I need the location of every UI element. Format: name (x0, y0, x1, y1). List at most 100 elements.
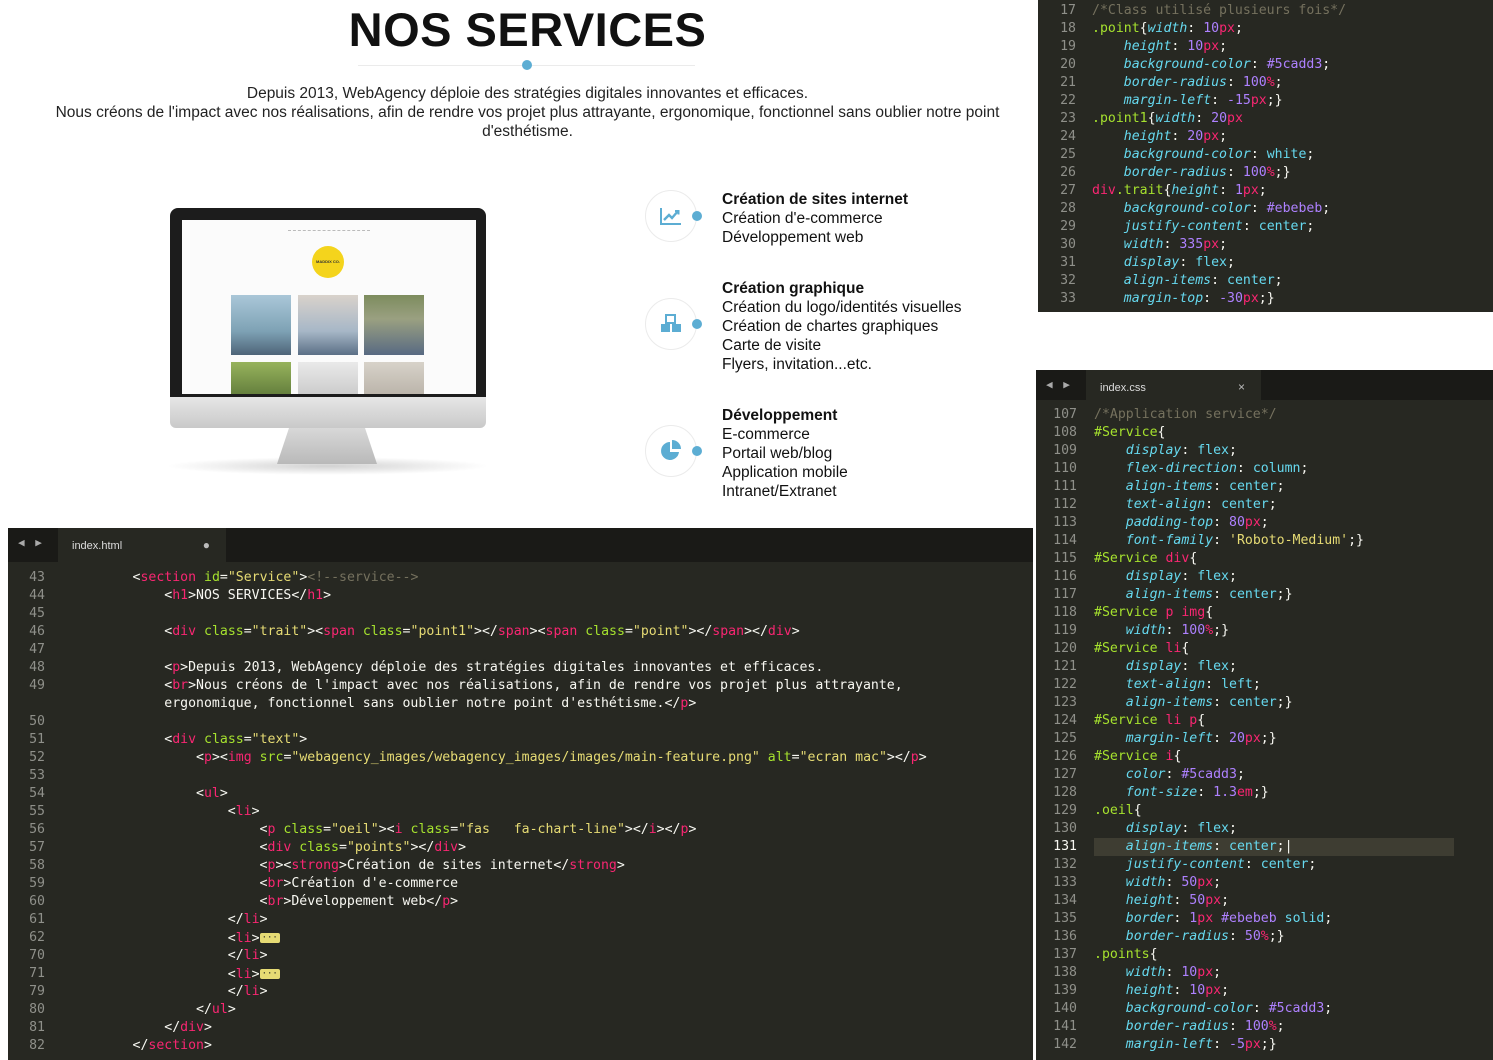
code-line[interactable]: <section id="Service"><!--service--> (69, 569, 927, 587)
code-line[interactable]: #Service div{ (1094, 550, 1454, 568)
code-line[interactable]: border-radius: 50%;} (1094, 928, 1454, 946)
code-line[interactable]: <div class="trait"><span class="point1">… (69, 623, 927, 641)
code-line[interactable]: #Service li p{ (1094, 712, 1454, 730)
code-area[interactable]: /*Application service*/#Service{ display… (1094, 406, 1454, 1054)
service-line: Flyers, invitation...etc. (722, 356, 872, 373)
code-line[interactable]: #Service li{ (1094, 640, 1454, 658)
code-line[interactable]: text-align: center; (1094, 496, 1454, 514)
html-editor[interactable]: ◀ ▶ index.html ● 43 44 45 46 47 48 49 50 51 52 53 5… (8, 528, 1033, 1060)
code-line[interactable]: border-radius: 100%;} (1092, 164, 1346, 182)
code-line[interactable]: <ul> (69, 785, 927, 803)
code-line[interactable]: </li> (69, 947, 927, 965)
code-line[interactable]: align-items: center; (1094, 478, 1454, 496)
code-line[interactable]: align-items: center;} (1094, 694, 1454, 712)
service-icon-circle (645, 298, 697, 350)
code-line[interactable]: <div class="text"> (69, 731, 927, 749)
code-line[interactable]: width: 10px; (1094, 964, 1454, 982)
code-line[interactable]: </ul> (69, 1001, 927, 1019)
code-line[interactable]: #Service p img{ (1094, 604, 1454, 622)
css-editor-bottom[interactable]: ◀ ▶ index.css × 107 108 109 110 111 112 113 114… (1036, 370, 1493, 1060)
code-line[interactable]: background-color: #5cadd3; (1092, 56, 1346, 74)
code-line[interactable]: <p><img src="webagency_images/webagency_… (69, 749, 927, 767)
screen-thumbnail (298, 295, 358, 355)
code-line[interactable]: /*Class utilisé plusieurs fois*/ (1092, 2, 1346, 20)
code-line[interactable]: ergonomique, fonctionnel sans oublier no… (69, 695, 927, 713)
code-line[interactable]: margin-left: -5px;} (1094, 1036, 1454, 1054)
code-line[interactable]: border-radius: 100%; (1094, 1018, 1454, 1036)
close-icon[interactable]: × (1238, 380, 1245, 394)
code-line[interactable]: height: 10px; (1092, 38, 1346, 56)
code-line[interactable]: margin-left: 20px;} (1094, 730, 1454, 748)
code-line[interactable]: background-color: #ebebeb; (1092, 200, 1346, 218)
code-line[interactable]: background-color: white; (1092, 146, 1346, 164)
code-line[interactable]: height: 20px; (1092, 128, 1346, 146)
code-line[interactable]: padding-top: 80px; (1094, 514, 1454, 532)
code-line[interactable]: display: flex; (1094, 658, 1454, 676)
code-line[interactable]: align-items: center;} (1094, 586, 1454, 604)
code-line[interactable]: justify-content: center; (1092, 218, 1346, 236)
code-line[interactable]: .points{ (1094, 946, 1454, 964)
code-line[interactable]: <div class="points"></div> (69, 839, 927, 857)
code-line[interactable]: <p><strong>Création de sites internet</s… (69, 857, 927, 875)
code-area[interactable]: <section id="Service"><!--service--> <h1… (69, 569, 927, 1055)
tab-index-css[interactable]: index.css × (1086, 370, 1261, 400)
code-line[interactable]: margin-left: -15px;} (1092, 92, 1346, 110)
code-line[interactable]: </li> (69, 911, 927, 929)
css-editor-top[interactable]: 17 18 19 20 21 22 23 24 25 26 27 28 29 30 31 32 33 /*Cla… (1038, 0, 1493, 312)
code-line[interactable]: width: 100%;} (1094, 622, 1454, 640)
code-line[interactable]: border-radius: 100%; (1092, 74, 1346, 92)
code-line[interactable]: align-items: center; (1092, 272, 1346, 290)
code-line[interactable]: <br>Développement web</p> (69, 893, 927, 911)
code-area[interactable]: /*Class utilisé plusieurs fois*/.point{w… (1092, 2, 1346, 308)
code-line[interactable]: #Service{ (1094, 424, 1454, 442)
code-line[interactable]: #Service i{ (1094, 748, 1454, 766)
code-line[interactable]: <li> ··· (69, 929, 927, 947)
tab-nav-arrows[interactable]: ◀ ▶ (1046, 378, 1072, 391)
code-line[interactable]: background-color: #5cadd3; (1094, 1000, 1454, 1018)
code-line[interactable]: margin-top: -30px;} (1092, 290, 1346, 308)
tab-nav-arrows[interactable]: ◀ ▶ (18, 536, 44, 549)
line-number: 20 (1060, 57, 1076, 72)
code-line[interactable]: display: flex; (1094, 568, 1454, 586)
code-line[interactable]: /*Application service*/ (1094, 406, 1454, 424)
code-line[interactable] (69, 767, 927, 785)
line-number: 71 (29, 966, 45, 981)
code-line[interactable]: height: 50px; (1094, 892, 1454, 910)
code-line[interactable]: <br>Nous créons de l'impact avec nos réa… (69, 677, 927, 695)
code-line[interactable]: border: 1px #ebebeb solid; (1094, 910, 1454, 928)
code-line[interactable]: display: flex; (1092, 254, 1346, 272)
code-line[interactable]: display: flex; (1094, 442, 1454, 460)
code-line[interactable]: justify-content: center; (1094, 856, 1454, 874)
code-line[interactable]: width: 335px; (1092, 236, 1346, 254)
code-line[interactable]: <p class="oeil"><i class="fas fa-chart-l… (69, 821, 927, 839)
code-line[interactable]: div.trait{height: 1px; (1092, 182, 1346, 200)
code-line[interactable]: </div> (69, 1019, 927, 1037)
code-line[interactable]: .point1{width: 20px (1092, 110, 1346, 128)
code-line[interactable]: font-family: 'Roboto-Medium';} (1094, 532, 1454, 550)
code-line[interactable] (69, 641, 927, 659)
unsaved-dot-icon[interactable]: ● (203, 538, 210, 552)
code-line[interactable]: display: flex; (1094, 820, 1454, 838)
code-line[interactable]: .oeil{ (1094, 802, 1454, 820)
code-line[interactable]: <li> (69, 803, 927, 821)
chart-pie-icon (661, 440, 681, 460)
code-line[interactable]: align-items: center;| (1094, 838, 1454, 856)
code-line[interactable]: flex-direction: column; (1094, 460, 1454, 478)
code-line[interactable]: height: 10px; (1094, 982, 1454, 1000)
code-line[interactable]: </li> (69, 983, 927, 1001)
code-line[interactable]: </section> (69, 1037, 927, 1055)
code-line[interactable]: <br>Création d'e-commerce (69, 875, 927, 893)
code-line[interactable]: text-align: left; (1094, 676, 1454, 694)
code-line[interactable]: .point{width: 10px; (1092, 20, 1346, 38)
tab-index-html[interactable]: index.html ● (58, 528, 226, 562)
code-line[interactable]: <li> ··· (69, 965, 927, 983)
code-line[interactable]: font-size: 1.3em;} (1094, 784, 1454, 802)
code-line[interactable]: color: #5cadd3; (1094, 766, 1454, 784)
service-line: Création du logo/identités visuelles (722, 299, 962, 316)
code-line[interactable] (69, 713, 927, 731)
code-line[interactable]: width: 50px; (1094, 874, 1454, 892)
title-divider (358, 60, 695, 70)
code-line[interactable] (69, 605, 927, 623)
code-line[interactable]: <h1>NOS SERVICES</h1> (69, 587, 927, 605)
code-line[interactable]: <p>Depuis 2013, WebAgency déploie des st… (69, 659, 927, 677)
